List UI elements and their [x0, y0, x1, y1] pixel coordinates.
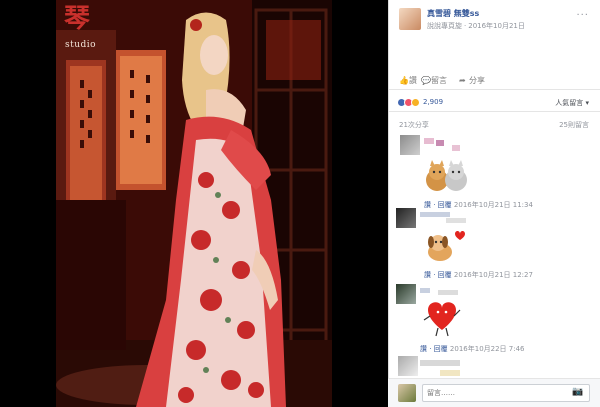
watermark-glyph: 琴	[64, 4, 91, 34]
obscured-commenter-name	[452, 145, 460, 151]
comment-actions[interactable]: 讚 · 回覆	[424, 271, 452, 279]
comment-count[interactable]: 25則留言	[559, 120, 589, 130]
obscured-commenter-name	[420, 360, 460, 366]
obscured-commenter-name	[420, 288, 430, 293]
share-count[interactable]: 21次分享	[399, 120, 429, 130]
camera-icon[interactable]: 📷	[572, 387, 583, 397]
post-actions: 👍讚 💬留言 ➦ 分享	[389, 72, 600, 90]
post-stats: 21次分享 25則留言	[389, 118, 600, 132]
heart-character-sticker[interactable]	[420, 298, 464, 342]
reaction-count[interactable]: 2,909	[423, 98, 443, 106]
photo-viewer: 琴 studio	[0, 0, 388, 407]
commenter-avatar[interactable]	[396, 284, 416, 304]
comment-label: 留言	[431, 76, 447, 85]
comment-meta: 讚 · 回覆 2016年10月21日 11:34	[424, 200, 533, 210]
author-name[interactable]: 真雪碧 無雙ss	[427, 8, 479, 19]
like-button[interactable]: 👍讚	[399, 75, 417, 86]
obscured-commenter-name	[420, 212, 450, 217]
thumbs-up-icon: 👍	[399, 76, 409, 85]
comment-time[interactable]: 2016年10月21日 12:27	[454, 271, 533, 279]
comment-actions[interactable]: 讚 · 回覆	[424, 201, 452, 209]
post-date[interactable]: 2016年10月21日	[468, 22, 525, 30]
post-photo[interactable]: 琴 studio	[56, 0, 332, 407]
comment-sort-label: 人氣留言	[555, 99, 584, 107]
commenter-avatar[interactable]	[396, 208, 416, 228]
cat-sticker[interactable]	[424, 158, 468, 198]
author-avatar[interactable]	[399, 8, 421, 30]
obscured-commenter-name	[440, 370, 460, 376]
comment-sort-dropdown[interactable]: 人氣留言 ▾	[555, 98, 589, 108]
share-button[interactable]: ➦ 分享	[459, 75, 485, 86]
comment-meta: 讚 · 回覆 2016年10月22日 7:46	[420, 344, 525, 354]
chevron-down-icon: ▾	[585, 99, 589, 107]
puppy-heart-sticker[interactable]	[424, 228, 468, 268]
comment-meta: 讚 · 回覆 2016年10月21日 12:27	[424, 270, 533, 280]
comment-button[interactable]: 💬留言	[421, 75, 447, 86]
post-header: 真雪碧 無雙ss 說說專頁旋 · 2016年10月21日 ···	[389, 0, 600, 44]
like-label: 讚	[409, 76, 417, 85]
obscured-commenter-name	[436, 140, 444, 146]
commenter-avatar[interactable]	[398, 356, 418, 376]
reactions-bar: 2,909 人氣留言 ▾	[389, 94, 600, 112]
more-options-icon[interactable]: ···	[576, 10, 589, 21]
comment-time[interactable]: 2016年10月21日 11:34	[454, 201, 533, 209]
comment-composer: 📷	[388, 378, 600, 407]
obscured-commenter-name	[424, 138, 434, 144]
studio-watermark: 琴 studio	[64, 6, 96, 51]
obscured-commenter-name	[446, 218, 466, 223]
watermark-studio: studio	[65, 40, 97, 50]
haha-reaction-icon	[411, 98, 420, 107]
commenter-avatar[interactable]	[400, 135, 420, 155]
post-meta-prefix[interactable]: 說說專頁旋	[427, 22, 462, 30]
obscured-commenter-name	[438, 290, 458, 295]
comment-actions[interactable]: 讚 · 回覆	[420, 345, 448, 353]
comment-time[interactable]: 2016年10月22日 7:46	[450, 345, 525, 353]
post-meta: 說說專頁旋 · 2016年10月21日	[427, 22, 525, 30]
share-label: 分享	[469, 76, 485, 85]
photo-illustration	[56, 0, 332, 407]
current-user-avatar	[398, 384, 416, 402]
comment-icon: 💬	[421, 76, 431, 85]
comment-input[interactable]	[422, 384, 590, 402]
share-arrow-icon: ➦	[459, 76, 466, 85]
